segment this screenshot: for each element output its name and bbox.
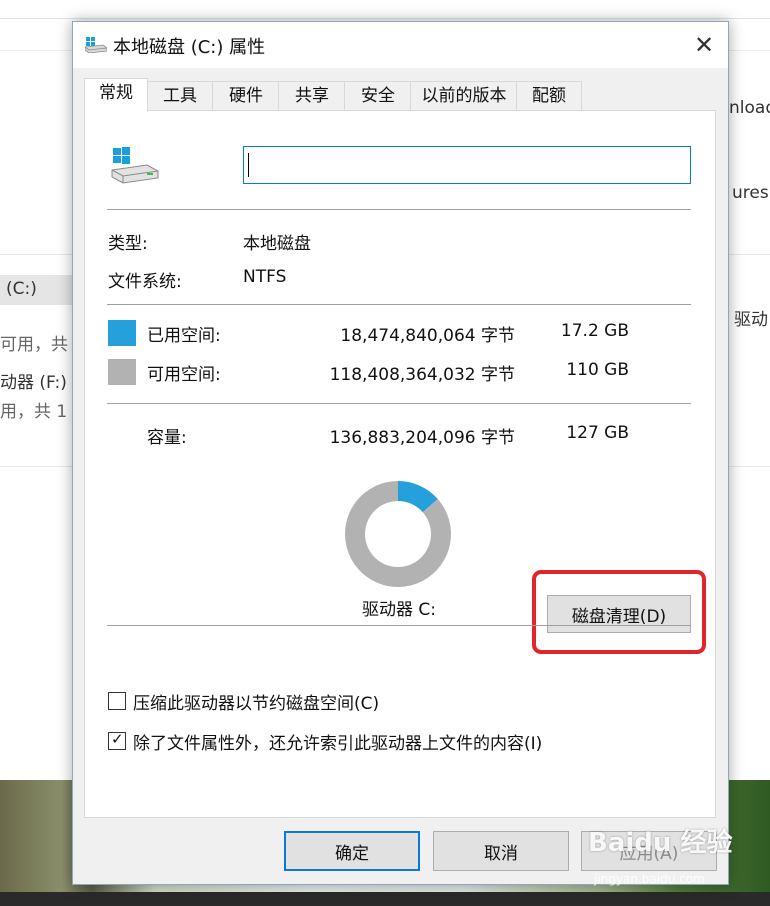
filesystem-value: NTFS — [243, 267, 287, 287]
type-value: 本地磁盘 — [243, 234, 311, 254]
free-space-size: 110 GB — [566, 360, 629, 380]
local-disk-icon — [111, 147, 159, 184]
tab-previous-versions[interactable]: 以前的版本 — [410, 81, 518, 111]
baidu-watermark: Baidu 经验 — [588, 828, 733, 858]
capacity-bytes: 136,883,204,096 字节 — [329, 428, 515, 448]
dialog-title: 本地磁盘 (C:) 属性 — [113, 37, 266, 58]
used-space-size: 17.2 GB — [560, 321, 629, 341]
capacity-label: 容量: — [147, 428, 187, 448]
used-space-color-swatch — [108, 320, 136, 346]
bg-drive-f-free: 用，共 1 — [0, 402, 68, 422]
free-space-color-swatch — [108, 359, 136, 385]
divider — [107, 625, 691, 626]
cancel-button[interactable]: 取消 — [433, 831, 569, 871]
used-space-label: 已用空间: — [147, 326, 221, 346]
bg-drive-c-free: 可用，共 — [0, 335, 68, 355]
tab-sharing[interactable]: 共享 — [278, 81, 346, 111]
drive-icon — [85, 37, 107, 53]
capacity-size: 127 GB — [566, 423, 629, 443]
divider — [107, 403, 691, 404]
bg-divider — [0, 18, 770, 19]
bg-folder-pictures[interactable]: ures — [732, 183, 769, 203]
close-icon: ✕ — [694, 31, 715, 59]
annotation-highlight-box — [532, 570, 706, 654]
bg-drive-c-label: (C:) — [6, 279, 37, 299]
close-button[interactable]: ✕ — [676, 22, 728, 68]
index-contents-label[interactable]: 除了文件属性外，还允许索引此驱动器上文件的内容(I) — [133, 729, 542, 754]
tab-quota[interactable]: 配额 — [516, 81, 582, 111]
divider — [107, 209, 691, 210]
baidu-watermark-url: jingyan.baidu.com — [594, 872, 705, 886]
filesystem-label: 文件系统: — [108, 272, 182, 292]
tab-tools[interactable]: 工具 — [146, 81, 214, 111]
title-bar[interactable]: 本地磁盘 (C:) 属性 ✕ — [73, 22, 728, 68]
compress-drive-checkbox[interactable] — [108, 692, 126, 710]
checkmark-icon: ✓ — [111, 730, 124, 748]
index-contents-checkbox[interactable]: ✓ — [108, 730, 126, 750]
tab-hardware[interactable]: 硬件 — [212, 81, 280, 111]
type-label: 类型: — [108, 234, 148, 254]
disk-usage-donut-chart — [345, 481, 451, 587]
divider — [107, 304, 691, 305]
compress-drive-label[interactable]: 压缩此驱动器以节约磁盘空间(C) — [133, 689, 379, 714]
taskbar-edge — [0, 892, 770, 906]
free-space-label: 可用空间: — [147, 365, 221, 385]
text-caret — [248, 153, 249, 177]
drive-label: 驱动器 C: — [362, 600, 437, 620]
bg-folder-downloads[interactable]: nload — [729, 98, 770, 118]
tab-security[interactable]: 安全 — [344, 81, 412, 111]
properties-dialog: 本地磁盘 (C:) 属性 ✕ 常规 工具 硬件 共享 安全 以前的版本 配额 类… — [72, 21, 729, 885]
general-tab-panel: 类型: 本地磁盘 文件系统: NTFS 已用空间: 18,474,840,064… — [84, 110, 716, 818]
bg-drive-label: 驱动 — [734, 310, 768, 330]
ok-button[interactable]: 确定 — [284, 831, 420, 871]
used-space-bytes: 18,474,840,064 字节 — [340, 326, 515, 346]
tab-general[interactable]: 常规 — [84, 78, 148, 112]
free-space-bytes: 118,408,364,032 字节 — [329, 365, 515, 385]
volume-name-input[interactable] — [243, 146, 691, 184]
